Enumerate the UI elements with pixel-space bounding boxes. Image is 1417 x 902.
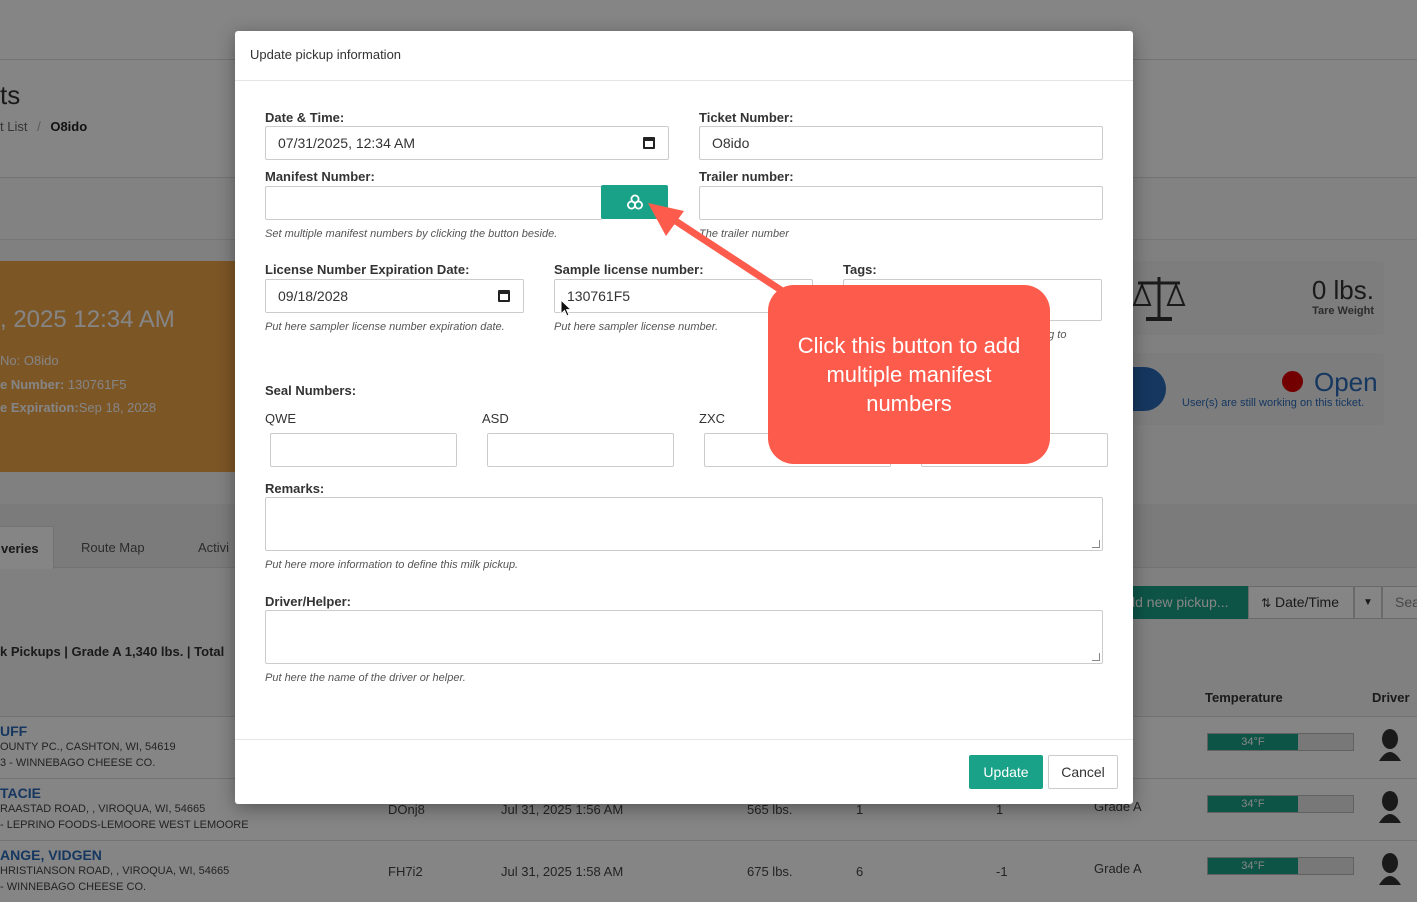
resize-grip-icon[interactable] (1092, 540, 1100, 548)
remarks-textarea[interactable] (265, 497, 1103, 551)
mouse-pointer-icon (560, 299, 572, 317)
modal-title: Update pickup information (235, 31, 1133, 81)
license-expiration-label: License Number Expiration Date: (265, 262, 470, 277)
manifest-number-input[interactable] (265, 186, 602, 220)
update-button[interactable]: Update (969, 755, 1043, 789)
calendar-icon[interactable] (643, 137, 655, 149)
multi-manifest-icon (627, 194, 643, 210)
license-expiration-input[interactable]: 09/18/2028 (265, 279, 524, 313)
trailer-number-input[interactable] (699, 186, 1103, 220)
remarks-help: Put here more information to define this… (265, 559, 519, 571)
sample-license-help: Put here sampler license number. (554, 321, 719, 333)
ticket-number-input[interactable]: O8ido (699, 126, 1103, 160)
seal-label-asd: ASD (482, 411, 509, 426)
driver-helper-help: Put here the name of the driver or helpe… (265, 672, 466, 684)
remarks-label: Remarks: (265, 481, 325, 496)
seal-label-zxc: ZXC (699, 411, 725, 426)
license-expiration-help: Put here sampler license number expirati… (265, 321, 505, 333)
seal-label-qwe: QWE (265, 411, 297, 426)
seal-numbers-label: Seal Numbers: (265, 383, 357, 398)
ticket-number-label: Ticket Number: (699, 110, 794, 125)
annotation-callout-text: Click this button to add multiple manife… (797, 333, 1021, 416)
seal-input-qwe[interactable] (270, 433, 457, 467)
manifest-number-label: Manifest Number: (265, 169, 375, 184)
cancel-button[interactable]: Cancel (1048, 755, 1118, 789)
driver-helper-label: Driver/Helper: (265, 594, 351, 609)
sample-license-label: Sample license number: (554, 262, 704, 277)
calendar-icon[interactable] (498, 290, 510, 302)
seal-input-asd[interactable] (487, 433, 674, 467)
resize-grip-icon[interactable] (1092, 653, 1100, 661)
trailer-number-label: Trailer number: (699, 169, 794, 184)
tags-label: Tags: (843, 262, 877, 277)
manifest-number-help: Set multiple manifest numbers by clickin… (265, 228, 558, 240)
date-time-input[interactable]: 07/31/2025, 12:34 AM (265, 126, 669, 160)
date-time-label: Date & Time: (265, 110, 345, 125)
annotation-callout: Click this button to add multiple manife… (768, 285, 1050, 464)
multiple-manifest-button[interactable] (601, 185, 668, 219)
driver-helper-textarea[interactable] (265, 610, 1103, 664)
trailer-number-help: The trailer number (699, 228, 789, 240)
